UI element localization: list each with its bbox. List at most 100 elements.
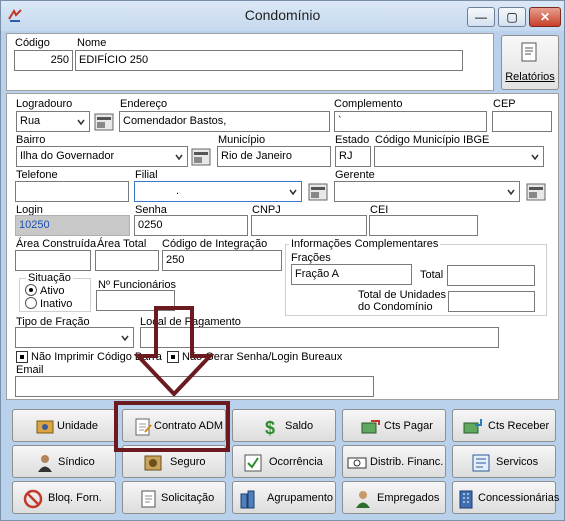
total-field[interactable] [447, 265, 535, 286]
concessionarias-label: Concessionárias [478, 492, 560, 504]
logradouro-select[interactable]: Rua [16, 111, 90, 132]
ocorrencia-label: Ocorrência [269, 456, 323, 468]
logradouro-label: Logradouro [16, 98, 73, 110]
person-icon [38, 455, 52, 472]
empregados-label: Empregados [377, 492, 440, 504]
gerente-select[interactable] [334, 181, 520, 202]
cei-field[interactable] [369, 215, 478, 236]
servicos-button[interactable]: Servicos [452, 445, 556, 478]
saldo-label: Saldo [285, 420, 314, 432]
chevron-down-icon [175, 154, 183, 161]
telefone-label: Telefone [16, 169, 58, 181]
bairro-value: Ilha do Governador [20, 150, 115, 162]
lookup-gerente-icon[interactable] [526, 183, 546, 201]
inativo-label: Inativo [40, 298, 73, 310]
safe-icon [144, 455, 162, 471]
ativo-radio[interactable] [25, 284, 37, 296]
bairro-label: Bairro [16, 134, 46, 146]
concessionarias-button[interactable]: Concessionárias [452, 481, 560, 514]
telefone-field[interactable] [15, 181, 129, 202]
cts-pagar-button[interactable]: Cts Pagar [342, 409, 446, 442]
endereco-field[interactable]: Comendador Bastos, [119, 111, 330, 132]
filial-value: . [176, 185, 180, 197]
cts-receber-label: Cts Receber [488, 420, 550, 432]
bairro-select[interactable]: Ilha do Governador [16, 146, 188, 167]
senha-field[interactable]: 0250 [134, 215, 248, 236]
tipo-fracao-select[interactable] [15, 327, 134, 348]
pay-icon [361, 420, 380, 434]
area-construida-field[interactable] [15, 250, 91, 271]
relatorios-button[interactable]: Relatórios [501, 35, 559, 90]
fracoes-field[interactable]: Fração A [291, 264, 412, 285]
dollar-icon: $ [265, 418, 275, 437]
minimize-button[interactable]: — [467, 7, 495, 27]
unidade-button[interactable]: Unidade [12, 409, 116, 442]
sindico-button[interactable]: Síndico [12, 445, 116, 478]
agrupamento-button[interactable]: Agrupamento [232, 481, 336, 514]
email-label: Email [16, 364, 44, 376]
bloq-forn-label: Bloq. Forn. [48, 492, 102, 504]
solicitacao-button[interactable]: Solicitação [122, 481, 226, 514]
services-icon [472, 454, 490, 472]
close-button[interactable]: ✕ [529, 7, 561, 27]
unidade-label: Unidade [57, 420, 98, 432]
chevron-down-icon [531, 154, 539, 161]
estado-field[interactable]: RJ [335, 146, 371, 167]
unit-icon [36, 420, 54, 434]
chevron-down-icon [77, 119, 85, 126]
endereco-label: Endereço [120, 98, 168, 110]
saldo-button[interactable]: $ Saldo [232, 409, 336, 442]
complemento-field[interactable]: ` [334, 111, 487, 132]
area-total-field[interactable] [95, 250, 159, 271]
total-unidades-label-1: Total de Unidades [358, 289, 447, 301]
filial-select[interactable]: . [134, 181, 302, 202]
agrupamento-label: Agrupamento [267, 492, 334, 504]
area-construida-label: Área Construída [16, 238, 97, 250]
solicitacao-label: Solicitação [161, 492, 215, 504]
maximize-icon: ▢ [506, 10, 518, 24]
filial-label: Filial [135, 169, 158, 181]
chevron-down-icon [507, 189, 515, 196]
estado-label: Estado [335, 134, 370, 146]
buildings-icon [240, 490, 255, 509]
lookup-bairro-icon[interactable] [191, 148, 211, 166]
fracoes-label: Frações [291, 252, 331, 264]
cep-field[interactable] [492, 111, 552, 132]
ocorrencia-button[interactable]: Ocorrência [232, 445, 336, 478]
nome-field[interactable]: EDIFÍCIO 250 [75, 50, 463, 71]
down-arrow-annotation [134, 306, 214, 396]
cep-label: CEP [493, 98, 516, 110]
seguro-label: Seguro [170, 456, 206, 468]
codigo-integracao-label: Código de Integração [162, 238, 268, 250]
condominio-window: Condomínio — ▢ ✕ Código 250 Nome EDIFÍCI… [0, 0, 565, 521]
info-complementares-label: Informações Complementares [289, 238, 441, 250]
empregados-button[interactable]: Empregados [342, 481, 446, 514]
codigo-integracao-field[interactable]: 250 [162, 250, 282, 271]
municipio-field[interactable]: Rio de Janeiro [217, 146, 331, 167]
cnpj-field[interactable] [251, 215, 367, 236]
ibge-select[interactable] [374, 146, 544, 167]
contrato-adm-highlight [114, 401, 230, 452]
complemento-label: Complemento [334, 98, 403, 110]
nao-imprimir-checkbox[interactable] [16, 351, 28, 363]
codigo-label: Código [15, 37, 50, 49]
close-icon: ✕ [539, 10, 551, 24]
codigo-field[interactable]: 250 [14, 50, 73, 71]
area-total-label: Área Total [97, 238, 147, 250]
chevron-down-icon [121, 335, 129, 342]
employees-icon [356, 491, 370, 508]
cts-pagar-label: Cts Pagar [384, 420, 433, 432]
title-bar: Condomínio — ▢ ✕ [1, 1, 564, 31]
total-unidades-label-2: do Condomínio [358, 301, 433, 313]
maximize-button[interactable]: ▢ [498, 7, 526, 27]
distrib-financ-button[interactable]: Distrib. Financ. [342, 445, 446, 478]
inativo-radio[interactable] [25, 297, 37, 309]
gerente-label: Gerente [335, 169, 375, 181]
lookup-logradouro-icon[interactable] [94, 113, 114, 131]
bloq-forn-button[interactable]: Bloq. Forn. [12, 481, 116, 514]
lookup-filial-icon[interactable] [308, 183, 328, 201]
cts-receber-button[interactable]: Cts Receber [452, 409, 556, 442]
municipio-label: Município [218, 134, 266, 146]
svg-text:$: $ [265, 418, 275, 437]
total-unidades-field[interactable] [448, 291, 535, 312]
